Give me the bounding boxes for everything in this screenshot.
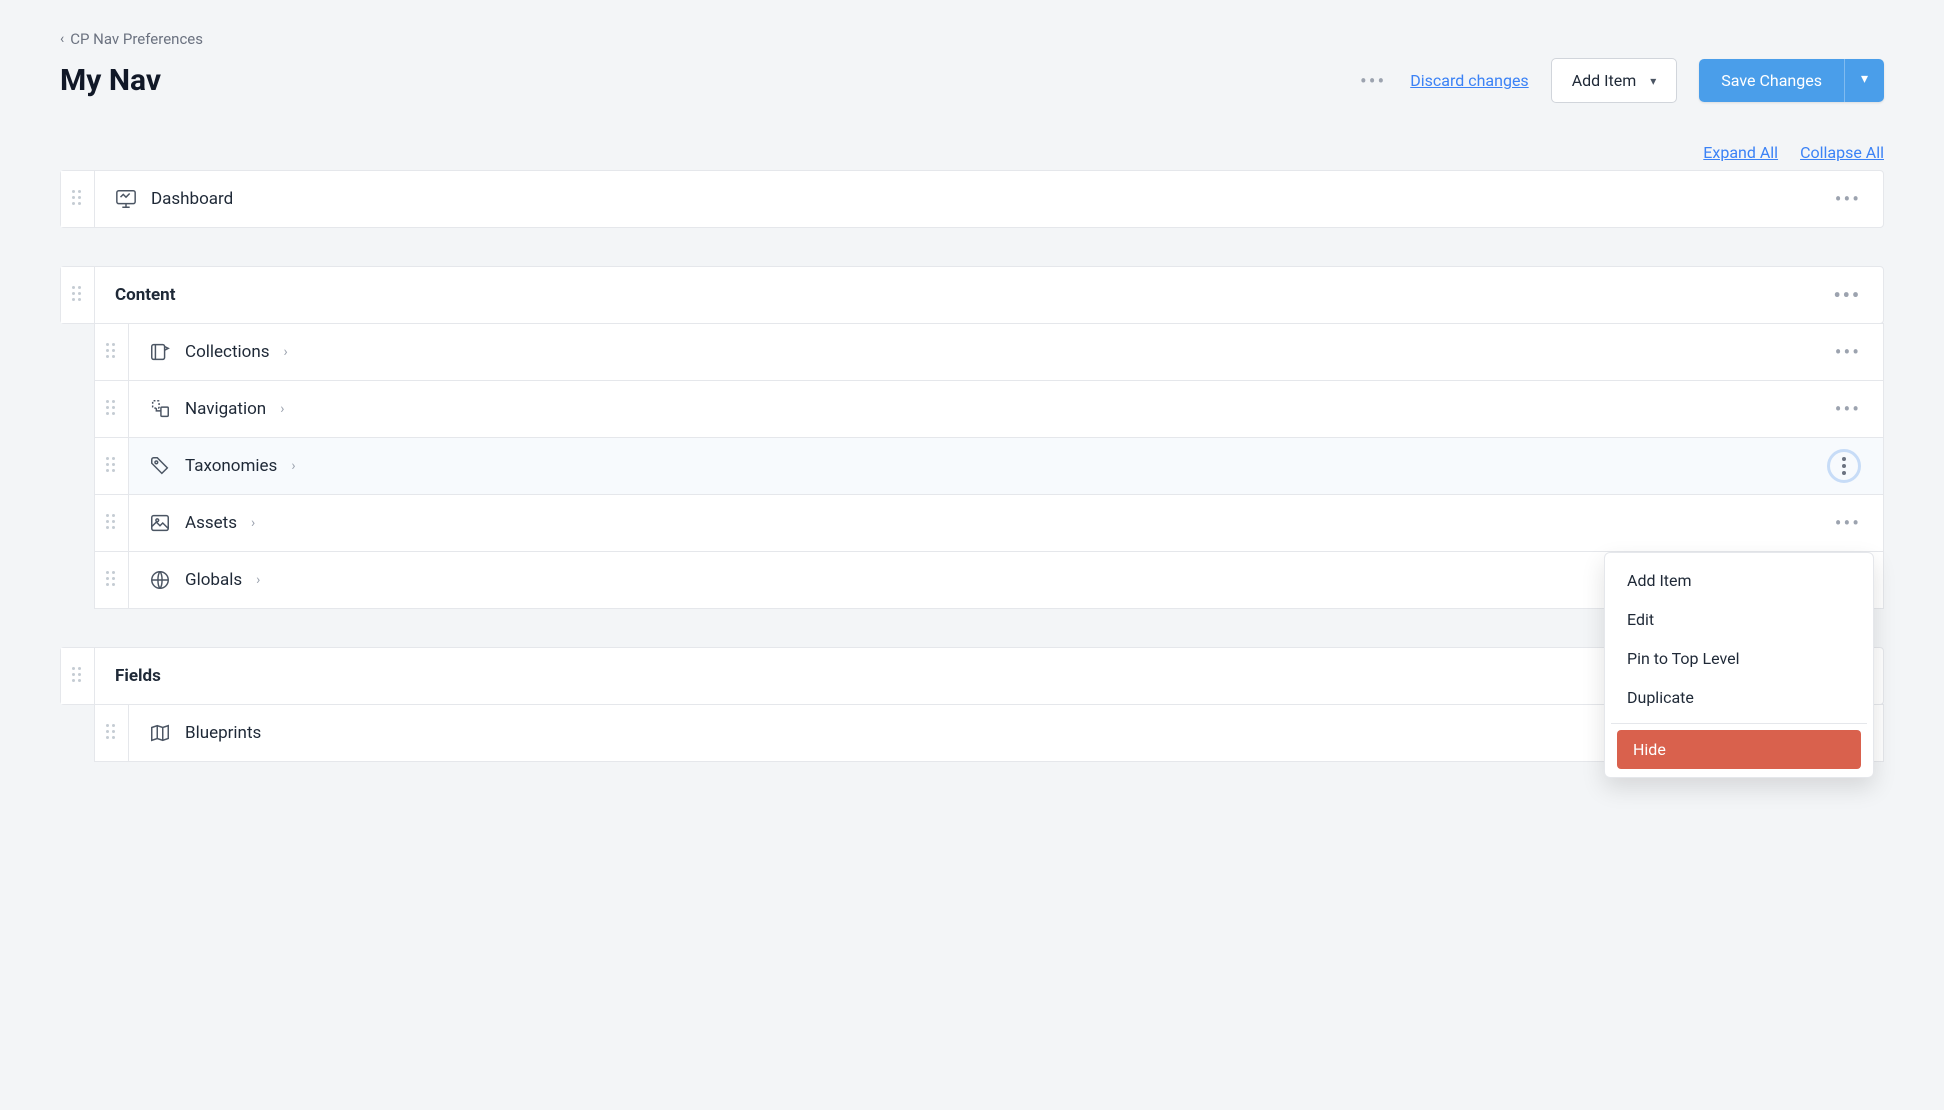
section-title: Fields: [115, 666, 161, 686]
drag-handle[interactable]: [95, 495, 129, 551]
nav-item-label: Blueprints: [185, 723, 261, 743]
nav-item-label: Dashboard: [151, 189, 233, 209]
nav-item-assets[interactable]: Assets › •••: [94, 495, 1884, 552]
navigation-icon: [149, 398, 171, 420]
add-item-label: Add Item: [1572, 71, 1637, 90]
nav-item-label: Taxonomies: [185, 456, 277, 476]
chevron-right-icon: ›: [291, 458, 295, 474]
drag-handle[interactable]: [95, 552, 129, 608]
row-more-button[interactable]: •••: [1835, 397, 1861, 421]
page-title: My Nav: [60, 63, 161, 98]
menu-pin-top[interactable]: Pin to Top Level: [1611, 639, 1867, 678]
nav-item-taxonomies[interactable]: Taxonomies ›: [94, 438, 1884, 495]
row-more-button[interactable]: •••: [1835, 187, 1861, 211]
nav-item-label: Assets: [185, 513, 237, 533]
nav-item-label: Globals: [185, 570, 242, 590]
chart-monitor-icon: [115, 188, 137, 210]
add-item-button[interactable]: Add Item ▾: [1551, 58, 1678, 103]
section-content[interactable]: Content •••: [60, 266, 1884, 324]
row-more-button[interactable]: •••: [1835, 340, 1861, 364]
chevron-left-icon: ‹: [60, 31, 64, 47]
context-menu: Add Item Edit Pin to Top Level Duplicate…: [1604, 552, 1874, 778]
header-actions: ••• Discard changes Add Item ▾ Save Chan…: [1358, 58, 1884, 103]
chevron-right-icon: ›: [284, 344, 288, 360]
menu-add-item[interactable]: Add Item: [1611, 561, 1867, 600]
header-more-button[interactable]: •••: [1358, 69, 1388, 93]
expand-all-link[interactable]: Expand All: [1703, 143, 1778, 162]
more-vertical-icon: [1842, 457, 1846, 475]
drag-handle[interactable]: [95, 324, 129, 380]
discard-changes-link[interactable]: Discard changes: [1410, 71, 1528, 90]
image-icon: [149, 512, 171, 534]
drag-handle[interactable]: [61, 267, 95, 323]
row-more-button[interactable]: •••: [1833, 283, 1861, 307]
section-title: Content: [115, 285, 175, 305]
save-dropdown-button[interactable]: ▾: [1844, 59, 1884, 102]
nav-item-navigation[interactable]: Navigation › •••: [94, 381, 1884, 438]
drag-handle[interactable]: [61, 648, 95, 704]
nav-item-label: Navigation: [185, 399, 266, 419]
nav-item-label: Collections: [185, 342, 270, 362]
collections-icon: [149, 341, 171, 363]
row-more-button[interactable]: [1827, 449, 1861, 483]
drag-handle[interactable]: [95, 438, 129, 494]
chevron-right-icon: ›: [280, 401, 284, 417]
chevron-down-icon: ▾: [1861, 71, 1868, 87]
tag-icon: [149, 455, 171, 477]
menu-separator: [1611, 723, 1867, 724]
drag-handle[interactable]: [95, 381, 129, 437]
drag-handle[interactable]: [61, 171, 95, 227]
menu-edit[interactable]: Edit: [1611, 600, 1867, 639]
globe-icon: [149, 569, 171, 591]
chevron-right-icon: ›: [256, 572, 260, 588]
menu-hide[interactable]: Hide: [1617, 730, 1861, 769]
breadcrumb[interactable]: ‹ CP Nav Preferences: [60, 30, 203, 48]
chevron-right-icon: ›: [251, 515, 255, 531]
save-button[interactable]: Save Changes: [1699, 59, 1844, 102]
nav-item-collections[interactable]: Collections › •••: [94, 323, 1884, 381]
chevron-down-icon: ▾: [1650, 74, 1656, 88]
breadcrumb-label: CP Nav Preferences: [70, 30, 203, 48]
nav-item-dashboard[interactable]: Dashboard •••: [60, 170, 1884, 228]
map-icon: [149, 722, 171, 744]
page-header: My Nav ••• Discard changes Add Item ▾ Sa…: [60, 58, 1884, 103]
expand-collapse-toolbar: Expand All Collapse All: [60, 143, 1884, 162]
save-button-group: Save Changes ▾: [1699, 59, 1884, 102]
menu-duplicate[interactable]: Duplicate: [1611, 678, 1867, 717]
drag-handle[interactable]: [95, 705, 129, 761]
row-more-button[interactable]: •••: [1835, 511, 1861, 535]
collapse-all-link[interactable]: Collapse All: [1800, 143, 1884, 162]
